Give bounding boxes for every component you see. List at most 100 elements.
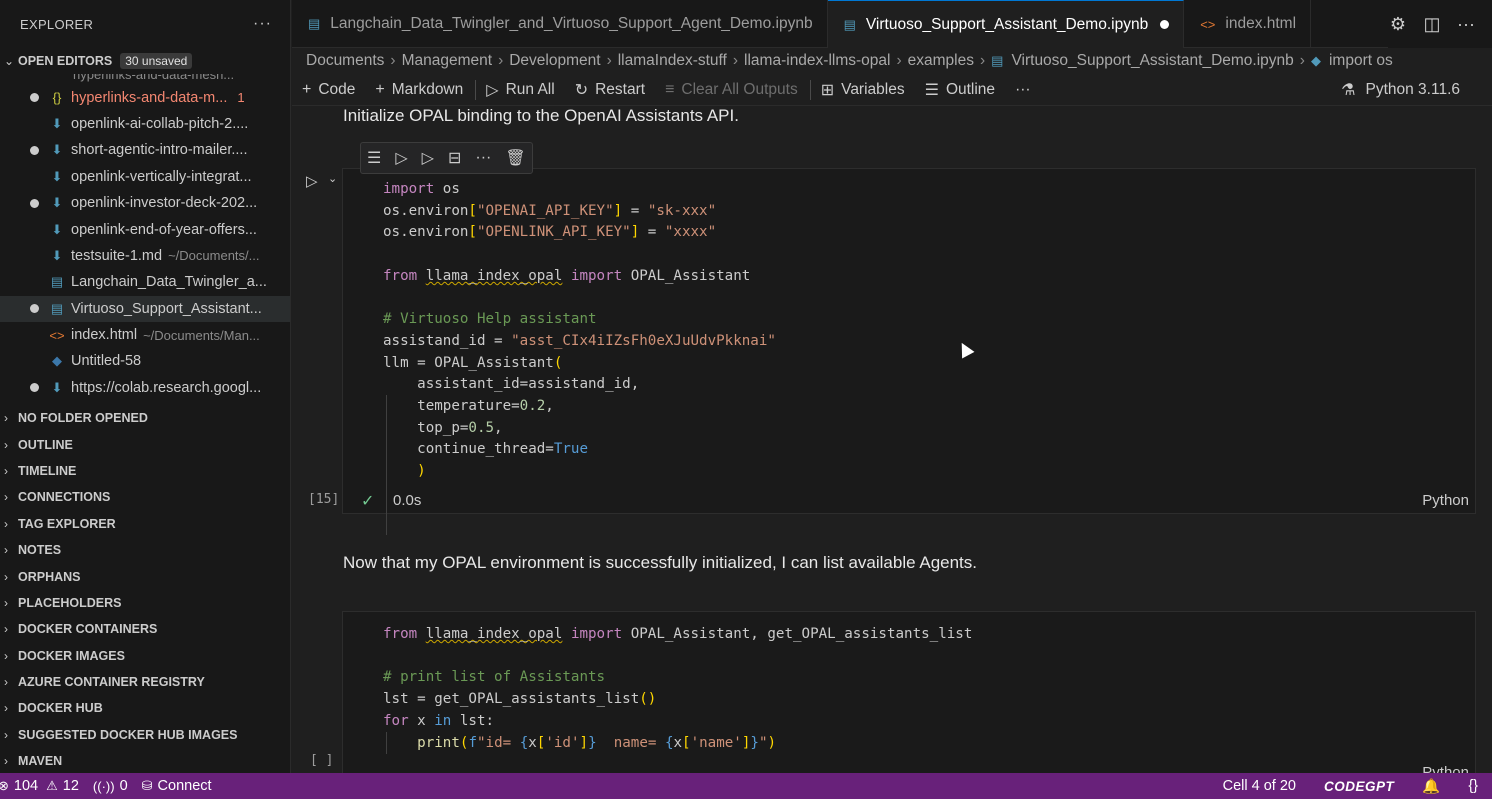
markdown-icon: ⬇: [51, 115, 63, 131]
code-editor-1[interactable]: import os os.environ["OPENAI_API_KEY"] =…: [383, 179, 776, 483]
tab-virtuoso-notebook[interactable]: ▤ Virtuoso_Support_Assistant_Demo.ipynb: [827, 0, 1185, 48]
notifications-icon[interactable]: 🔔: [1422, 778, 1440, 795]
sidebar-section-docker-containers[interactable]: › DOCKER CONTAINERS: [0, 616, 290, 642]
add-markdown-cell-button[interactable]: + Markdown: [375, 81, 463, 99]
run-all-button[interactable]: ▷ Run All: [486, 80, 554, 100]
add-code-cell-button[interactable]: + Code: [302, 81, 355, 99]
connect-status[interactable]: ⛁ Connect: [142, 778, 212, 794]
code-cell-1[interactable]: import os os.environ["OPENAI_API_KEY"] =…: [342, 168, 1476, 535]
open-editors-header[interactable]: ⌄ OPEN EDITORS 30 unsaved: [0, 48, 290, 74]
sidebar-section-suggested-docker-hub-images[interactable]: › SUGGESTED DOCKER HUB IMAGES: [0, 722, 290, 748]
open-editor-item[interactable]: ⬇ openlink-ai-collab-pitch-2....: [0, 111, 290, 137]
notebook-icon: ▤: [308, 16, 321, 31]
clipped-editor-item: hyperlinks-and-data-mesh...: [73, 74, 235, 83]
unsaved-dot-icon[interactable]: [30, 198, 39, 208]
ports-status[interactable]: ((·)) 0: [93, 778, 128, 794]
chevron-right-icon: ›: [4, 727, 8, 742]
run-above-icon[interactable]: ▷: [395, 148, 407, 168]
open-editor-item[interactable]: ▤ Virtuoso_Support_Assistant...: [0, 295, 290, 322]
breadcrumb-item[interactable]: examples: [908, 52, 974, 70]
breadcrumb-item[interactable]: llamaIndex-stuff: [618, 52, 727, 70]
explorer-more-icon[interactable]: ···: [253, 15, 272, 33]
status-bar-right: Cell 4 of 20 CODEGPT 🔔 {}: [1223, 778, 1478, 795]
toolbar-divider: [475, 79, 477, 100]
split-cell-icon[interactable]: ⊟: [448, 148, 461, 168]
unsaved-dot-icon[interactable]: [30, 145, 39, 155]
open-editor-item[interactable]: ⬇ openlink-vertically-integrat...: [0, 164, 290, 190]
unsaved-dot-icon[interactable]: [1160, 20, 1170, 29]
sidebar-section-connections[interactable]: › CONNECTIONS: [0, 484, 290, 510]
sidebar-section-notes[interactable]: › NOTES: [0, 537, 290, 563]
outline-button[interactable]: ☰ Outline: [925, 80, 995, 100]
chevron-right-icon: ›: [4, 516, 8, 531]
sidebar-section-no-folder-opened[interactable]: › NO FOLDER OPENED: [0, 405, 290, 431]
run-all-icon: ▷: [486, 81, 499, 99]
sidebar-section-maven[interactable]: › MAVEN: [0, 748, 290, 773]
open-editor-item[interactable]: ⬇ openlink-end-of-year-offers...: [0, 216, 290, 242]
cell-more-icon[interactable]: ···: [475, 149, 491, 167]
restart-button[interactable]: ↻ Restart: [575, 80, 645, 100]
kernel-picker[interactable]: ⚗ Python 3.11.6: [1341, 80, 1460, 100]
sidebar-section-docker-images[interactable]: › DOCKER IMAGES: [0, 643, 290, 669]
tab-langchain-notebook[interactable]: ▤ Langchain_Data_Twingler_and_Virtuoso_S…: [292, 0, 828, 48]
plus-icon: +: [375, 80, 385, 98]
code-cell-2[interactable]: from llama_index_opal import OPAL_Assist…: [342, 611, 1476, 773]
chevron-right-icon: ›: [4, 701, 8, 716]
section-label: NOTES: [18, 543, 62, 558]
breadcrumb-item[interactable]: import os: [1329, 52, 1393, 70]
execution-time: 0.0s: [393, 492, 422, 509]
sidebar-section-orphans[interactable]: › ORPHANS: [0, 563, 290, 589]
cell-language[interactable]: Python: [1422, 764, 1469, 773]
variables-label: Variables: [841, 80, 905, 98]
sidebar-section-timeline[interactable]: › TIMELINE: [0, 458, 290, 484]
sidebar-section-outline[interactable]: › OUTLINE: [0, 431, 290, 457]
notebook-icon: ▤: [843, 16, 856, 32]
open-editor-item[interactable]: ⬇ openlink-investor-deck-202...: [0, 190, 290, 216]
open-editor-item[interactable]: {} hyperlinks-and-data-m... 1: [0, 84, 290, 110]
delete-cell-icon[interactable]: 🗑: [505, 148, 525, 168]
open-editor-item[interactable]: <> index.html ~/Documents/Man...: [0, 322, 290, 348]
sidebar-section-docker-hub[interactable]: › DOCKER HUB: [0, 695, 290, 721]
breadcrumb-item[interactable]: Management: [402, 52, 492, 70]
breadcrumb-item[interactable]: Documents: [306, 52, 384, 70]
unsaved-dot-icon[interactable]: [30, 93, 39, 103]
unsaved-dot-icon[interactable]: [30, 304, 39, 314]
split-editor-icon[interactable]: ◫: [1422, 14, 1442, 35]
open-editor-item[interactable]: ◆ Untitled-58: [0, 348, 290, 374]
code-label: Code: [318, 80, 356, 98]
variables-button[interactable]: ⊞ Variables: [821, 80, 905, 100]
chevron-right-icon: ›: [896, 52, 902, 69]
toolbar-more-button[interactable]: ···: [1015, 81, 1031, 99]
breadcrumb-item[interactable]: Development: [509, 52, 600, 70]
run-by-line-icon[interactable]: ☰: [367, 148, 381, 168]
tab-index-html[interactable]: <> index.html: [1184, 0, 1312, 48]
editor-file-name: openlink-ai-collab-pitch-2....: [71, 115, 249, 132]
open-editor-item[interactable]: ▤ Langchain_Data_Twingler_a...: [0, 269, 290, 295]
unsaved-dot-icon[interactable]: [30, 383, 39, 393]
problems-status[interactable]: ⊗ 104 ⚠ 12: [0, 778, 79, 794]
codegpt-status[interactable]: CODEGPT: [1324, 779, 1394, 794]
code-editor-2[interactable]: from llama_index_opal import OPAL_Assist…: [383, 624, 972, 754]
open-editor-item[interactable]: ⬇ short-agentic-intro-mailer....: [0, 137, 290, 163]
clear-outputs-button[interactable]: ≡ Clear All Outputs: [665, 81, 798, 99]
breadcrumb-item[interactable]: llama-index-llms-opal: [744, 52, 890, 70]
execution-count: [15]: [308, 492, 340, 507]
sidebar-section-azure-container-registry[interactable]: › AZURE CONTAINER REGISTRY: [0, 669, 290, 695]
language-status-icon[interactable]: {}: [1468, 778, 1478, 794]
sidebar-section-placeholders[interactable]: › PLACEHOLDERS: [0, 590, 290, 616]
open-editor-item[interactable]: ⬇ https://colab.research.googl...: [0, 375, 290, 401]
cell-indicator[interactable]: Cell 4 of 20: [1223, 778, 1296, 794]
cell-toolbar: ☰ ▷ ▷ ⊟ ··· 🗑: [360, 142, 533, 174]
cell-language[interactable]: Python: [1422, 492, 1469, 509]
sidebar-section-tag-explorer[interactable]: › TAG EXPLORER: [0, 511, 290, 537]
html-icon: <>: [1200, 16, 1216, 32]
execute-cell-icon[interactable]: ▷: [306, 172, 318, 190]
outline-icon: ☰: [924, 81, 939, 99]
run-below-icon[interactable]: ▷: [422, 148, 434, 168]
more-actions-icon[interactable]: ···: [1456, 14, 1476, 35]
gear-icon[interactable]: ⚙: [1388, 14, 1408, 35]
database-icon: ⛁: [141, 778, 153, 793]
open-editor-item[interactable]: ⬇ testsuite-1.md ~/Documents/...: [0, 243, 290, 269]
chevron-down-icon[interactable]: ⌄: [328, 172, 337, 185]
breadcrumb-item[interactable]: Virtuoso_Support_Assistant_Demo.ipynb: [1011, 52, 1293, 70]
